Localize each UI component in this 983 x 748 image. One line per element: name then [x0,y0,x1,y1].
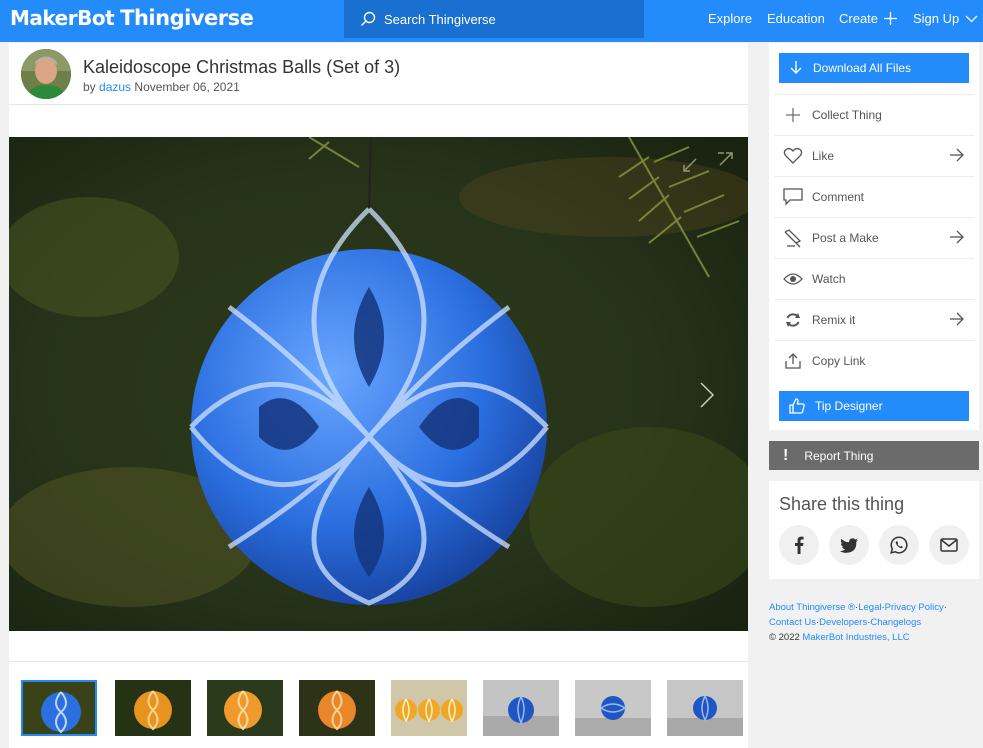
twitter-icon [840,537,858,553]
author-link[interactable]: dazus [99,80,131,94]
logo-makerbot: MakerBot [10,6,115,30]
makerbot-thingiverse-logo[interactable]: MakerBot Thingiverse [10,6,254,30]
post-make-label: Post a Make [812,231,879,245]
whatsapp-icon [890,536,908,554]
thumbs-up-icon [789,398,805,414]
footer-changelogs-link[interactable]: Changelogs [870,617,921,628]
byline: by dazus November 06, 2021 [83,80,240,94]
footer-line-1: About Thingiverse ®·Legal·Privacy Policy… [769,600,983,615]
watch-button[interactable]: Watch [774,258,974,299]
ornament-photo [9,137,748,631]
thumbnail[interactable] [575,680,651,736]
search-icon [361,11,376,26]
email-icon [940,538,958,552]
footer-privacy-link[interactable]: Privacy Policy [885,602,944,613]
company-link[interactable]: MakerBot Industries, LLC [802,632,909,643]
report-thing-button[interactable]: ! Report Thing [769,441,979,470]
avatar-image [21,49,71,99]
collect-thing-label: Collect Thing [812,108,882,122]
nav-create-label: Create [839,11,879,26]
thumbnail[interactable] [667,680,743,736]
tip-designer-label: Tip Designer [815,399,883,413]
share-whatsapp-button[interactable] [879,525,919,565]
facebook-icon [795,536,804,554]
copy-link-label: Copy Link [812,354,866,368]
search-bar[interactable]: Search Thingiverse [344,0,644,38]
chevron-right-icon[interactable] [699,381,715,409]
thumbnail-strip [9,661,748,748]
nav-signup[interactable]: Sign Up [913,11,978,26]
share-email-button[interactable] [929,525,969,565]
thing-header: Kaleidoscope Christmas Balls (Set of 3) … [9,43,748,105]
expand-icon[interactable] [682,151,734,173]
publish-date: November 06, 2021 [134,80,240,94]
plus-icon [884,12,898,25]
logo-thingiverse: Thingiverse [120,6,254,30]
nav-explore[interactable]: Explore [708,11,752,26]
comment-icon [782,187,804,207]
download-icon [790,61,802,74]
footer-developers-link[interactable]: Developers [819,617,867,628]
footer-line-2: Contact Us·Developers·Changelogs [769,615,983,630]
copy-link-button[interactable]: Copy Link [774,340,974,381]
nav-education-label: Education [767,11,825,26]
nav-education[interactable]: Education [767,11,825,26]
footer-about-link[interactable]: About Thingiverse ® [769,602,855,613]
avatar[interactable] [21,49,71,99]
main-photo[interactable] [9,137,748,631]
byline-prefix: by [83,80,96,94]
collect-thing-button[interactable]: Collect Thing [774,94,974,135]
remix-icon [782,310,804,330]
search-label: Search Thingiverse [384,11,496,27]
share-upload-icon [782,351,804,371]
download-all-label: Download All Files [813,61,912,75]
remix-button[interactable]: Remix it [774,299,974,340]
post-make-icon [782,228,804,248]
thumbnail[interactable] [115,680,191,736]
share-twitter-button[interactable] [829,525,869,565]
thing-main-panel: Kaleidoscope Christmas Balls (Set of 3) … [9,43,748,748]
footer-legal-link[interactable]: Legal [858,602,881,613]
like-label: Like [812,149,835,163]
page-title: Kaleidoscope Christmas Balls (Set of 3) [83,57,401,77]
arrow-right-icon [950,312,964,326]
thing-sidebar: Download All Files Collect Thing Like Co… [769,43,979,430]
copyright-text: © 2022 [769,632,800,643]
share-panel: Share this thing [769,481,979,579]
footer-contact-link[interactable]: Contact Us [769,617,816,628]
thumbnail[interactable] [21,680,97,736]
comment-label: Comment [812,190,865,204]
thumbnail[interactable] [299,680,375,736]
thumbnail[interactable] [207,680,283,736]
arrow-right-icon [950,230,964,244]
arrow-right-icon [950,148,964,162]
post-make-button[interactable]: Post a Make [774,217,974,258]
share-title: Share this thing [779,494,905,514]
nav-explore-label: Explore [708,11,753,26]
exclamation-icon: ! [783,446,789,464]
tip-designer-button[interactable]: Tip Designer [779,391,969,421]
remix-label: Remix it [812,313,856,327]
chevron-down-icon [965,15,978,22]
plus-icon [782,105,804,125]
footer-line-3: © 2022 MakerBot Industries, LLC [769,630,983,645]
thumbnail[interactable] [483,680,559,736]
share-facebook-button[interactable] [779,525,819,565]
eye-icon [782,269,804,289]
watch-label: Watch [812,272,846,286]
report-thing-label: Report Thing [804,448,874,463]
like-button[interactable]: Like [774,135,974,176]
nav-signup-label: Sign Up [913,11,960,26]
footer-links: About Thingiverse ®·Legal·Privacy Policy… [769,600,983,645]
nav-create[interactable]: Create [839,11,898,26]
top-navbar: MakerBot Thingiverse Search Thingiverse E… [0,0,983,42]
heart-icon [782,146,804,166]
footer-separator: · [943,602,947,613]
thumbnail[interactable] [391,680,467,736]
comment-button[interactable]: Comment [774,176,974,217]
download-all-button[interactable]: Download All Files [779,53,969,83]
